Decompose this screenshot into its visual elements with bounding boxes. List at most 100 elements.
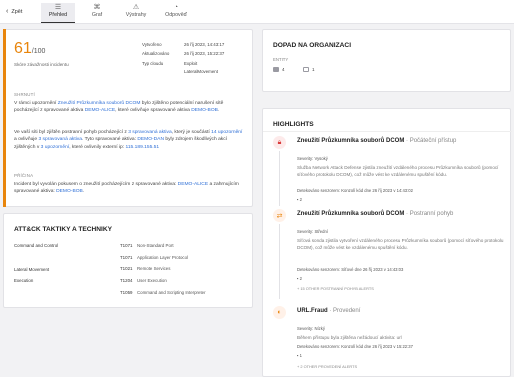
alert-link[interactable]: Zneužití Průzkumníka souborů DCOM [58,101,141,106]
back-button[interactable]: ‹ Zpět [6,8,22,15]
asset-link[interactable]: DEMO-ALICE [85,108,115,113]
tab-response[interactable]: ◔ Odpověď [158,3,194,23]
highlight-title[interactable]: Zneužití Průzkumníka souborů DCOM · Počá… [297,138,456,144]
score-value: 61 [14,40,32,57]
category-text: Postranní pohyb [409,211,454,217]
highlight-item[interactable]: 🔒︎ Zneužití Průzkumníka souborů DCOM · P… [273,136,509,206]
response-icon: ◔ [173,4,179,11]
tab-alerts[interactable]: ⚠ Výstrahy [119,3,153,23]
comments[interactable]: ▪ 1 [297,353,302,358]
cause-text: . [82,189,85,195]
device-icon [303,67,309,72]
timeline-line [279,224,280,299]
highlight-category: · Počáteční přístup [404,138,457,144]
highlight-severity: Severity: Střední [297,229,328,234]
lock-icon: 🔒︎ [273,136,286,149]
ip-link[interactable]: 115.189.155.51 [125,145,159,150]
highlight-title[interactable]: URL.Fraud · Provedení [297,308,360,314]
category-text: Počáteční přístup [409,138,457,144]
users-count: 4 [282,67,285,72]
devices-entity[interactable]: 1 [303,67,315,72]
asset-link[interactable]: DEMO-DAN [137,137,164,142]
category-text: Provedení [333,308,361,314]
highlights-heading: HIGHLIGHTS [273,121,314,128]
type-label: Typ cloudu [142,61,164,66]
technique-id[interactable]: T1071 [120,243,132,248]
severity-accent-bar [3,29,6,207]
technique-name: Non-Standard Port [137,243,174,248]
type-value-1: Exploit [184,61,198,66]
attack-heading: ATT&CK TAKTIKY A TECHNIKY [14,226,113,233]
summary-text: V rámci upozornění [14,101,58,106]
graph-icon: ⌘ [93,4,101,11]
score-max: /100 [31,48,46,55]
comments[interactable]: ▪ 2 [297,197,302,202]
technique-name: Application Layer Protocol [137,255,189,260]
alerts-link[interactable]: 3 upozornění [41,145,70,150]
alerts-link[interactable]: 14 upozornění [211,130,242,135]
summary-text: Ve vaší síti byl zjištěn postranní pohyb… [14,130,129,135]
tab-overview-label: Přehled [48,12,68,18]
users-entity[interactable]: 4 [273,67,285,72]
technique-name: Command and Scripting Interpreter [137,290,206,295]
highlight-detected: Detekováno senzorem: Síťové dne 26 říj 2… [297,267,404,272]
cause-heading: PŘÍČINA [14,173,34,178]
alert-icon: ⚠ [132,4,140,11]
comment-count: 2 [299,197,302,202]
technique-id[interactable]: T1059 [120,290,132,295]
technique-name: Remote Services [137,266,171,271]
timeline-line [279,151,280,206]
score-label: Skóre závažnosti incidentu [14,62,69,67]
highlight-description: Během přístupu byla zjištěna nežádoucí a… [297,335,402,340]
score: 61/100 [14,40,45,58]
comments[interactable]: ▪ 2 [297,276,302,281]
technique-id[interactable]: T1071 [120,255,132,260]
type-value-2: LateralMovement [184,69,218,74]
highlight-title-text: URL.Fraud [297,308,328,314]
created-label: Vytvořeno [142,42,162,47]
highlight-detected: Detekováno senzorem: Konzolí kód dne 26 … [297,188,413,193]
updated-label: Aktualizováno [142,51,170,56]
technique-id[interactable]: T1204 [120,278,132,283]
highlight-severity: Severity: Nízký [297,326,325,331]
summary-text: , které ovlivnily externí ip: [69,144,126,150]
tab-graph[interactable]: ⌘ Graf [80,3,114,23]
more-alerts-link[interactable]: + 15 OTHER POSTRANNÍ POHYB ALERTS [297,286,374,291]
divider [263,131,512,132]
summary-paragraph-2: Ve vaší síti byl zjištěn postranní pohyb… [14,129,246,151]
tab-graph-label: Graf [91,12,103,18]
summary-card: 61/100 Skóre závažnosti incidentu Vytvoř… [3,29,253,207]
summary-heading: SHRNUTÍ [14,92,35,97]
tactic-label: Command and Control [14,243,59,248]
asset-link[interactable]: DEMO-BOB [191,108,218,113]
technique-name: User Execution [137,278,167,283]
devices-count: 1 [312,67,315,72]
highlight-title[interactable]: Zneužití Průzkumníka souborů DCOM · Post… [297,211,453,217]
highlight-description: Síťová sonda zjistila vytvoření vzdálené… [297,238,504,250]
highlight-title-text: Zneužití Průzkumníka souborů DCOM [297,138,405,144]
tactic-label: Lateral Movement [14,267,50,272]
summary-text: , který je součástí [171,130,212,135]
asset-link[interactable]: DEMO-ALICE [178,182,208,187]
fraud-icon: ◐ [273,306,286,319]
tab-alerts-label: Výstrahy [125,12,147,18]
attack-card: ATT&CK TAKTIKY A TECHNIKY Command and Co… [3,213,253,308]
highlight-title-text: Zneužití Průzkumníka souborů DCOM [297,211,405,217]
highlight-category: · Provedení [327,308,361,314]
assets-link[interactable]: 3 spravovaná aktiva [128,130,172,135]
tab-overview[interactable]: ☰ Přehled [41,3,75,23]
list-icon: ☰ [54,4,62,11]
more-alerts-link[interactable]: + 2 OTHER PROVEDENÍ ALERTS [297,364,357,369]
highlight-item[interactable]: ◐ URL.Fraud · Provedení Severity: Nízký … [273,306,509,376]
summary-text: a ovlivňuje [14,137,39,143]
tactic-label: Execution [14,278,34,283]
top-bar: ‹ Zpět ☰ Přehled ⌘ Graf ⚠ Výstrahy ◔ Odp… [0,0,514,24]
summary-text: , které ovlivňuje spravované aktiva [115,108,192,114]
summary-text: . Tyto spravované aktiva: [81,137,138,143]
asset-link[interactable]: DEMO-BOB [56,189,83,194]
cause-paragraph: Incident byl vyvolán pokusem o zneužití … [14,181,246,196]
highlight-item[interactable]: ⇄ Zneužití Průzkumníka souborů DCOM · Po… [273,209,509,299]
created-value: 26 říj 2023, 14:43:17 [184,42,225,47]
assets-link[interactable]: 3 spravovaná aktiva [38,137,82,142]
technique-id[interactable]: T1021 [120,266,132,271]
